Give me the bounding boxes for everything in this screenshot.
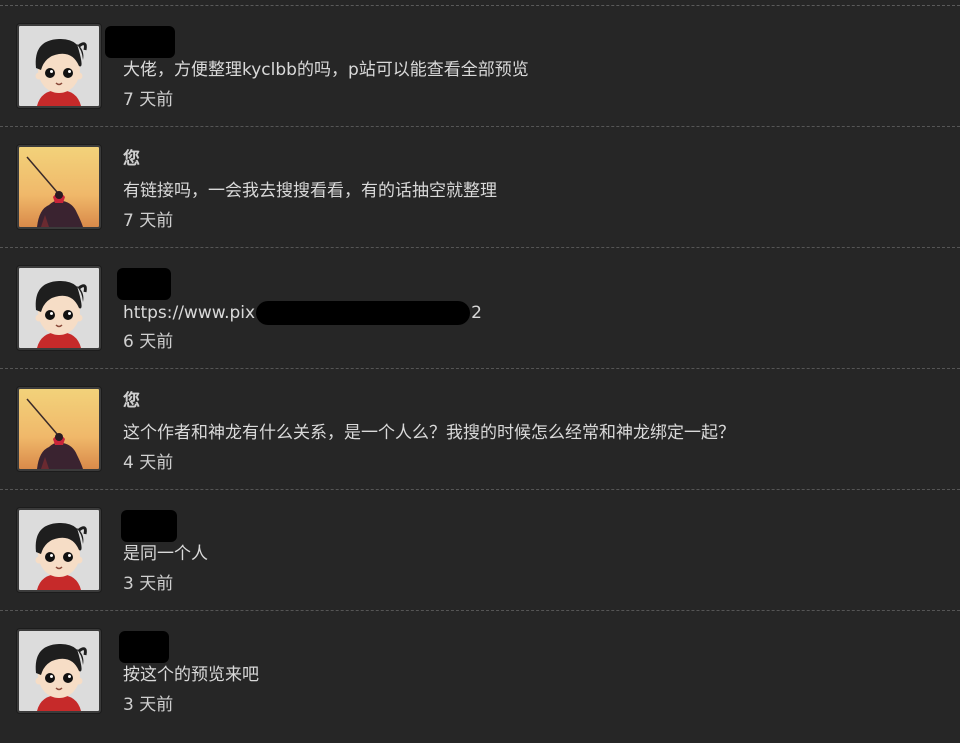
comment-author[interactable]: 您 (123, 390, 140, 412)
comment-item: 大佬，方便整理kyclbb的吗，p站可以能查看全部预览 7 天前 (0, 6, 960, 127)
cartoon-boy-avatar[interactable] (17, 24, 101, 108)
comment-time: 6 天前 (123, 332, 174, 352)
cartoon-boy-avatar-icon (19, 268, 99, 348)
comment-item: 您 有链接吗，一会我去搜搜看看，有的话抽空就整理 7 天前 (0, 127, 960, 248)
comment-thread: 大佬，方便整理kyclbb的吗，p站可以能查看全部预览 7 天前 您 有链接吗，… (0, 6, 960, 732)
samurai-sunset-avatar[interactable] (17, 387, 101, 471)
comment-item: 您 这个作者和神龙有什么关系，是一个人么？我搜的时候怎么经常和神龙绑定一起？ 4… (0, 369, 960, 490)
cartoon-boy-avatar[interactable] (17, 266, 101, 350)
comment-time: 7 天前 (123, 90, 174, 110)
cartoon-boy-avatar-icon (19, 26, 99, 106)
comment-time: 4 天前 (123, 453, 174, 473)
comment-item: 是同一个人 3 天前 (0, 490, 960, 611)
comment-time: 3 天前 (123, 574, 174, 594)
comment-message: 有链接吗，一会我去搜搜看看，有的话抽空就整理 (123, 181, 497, 201)
author-name-redacted (119, 631, 169, 663)
author-name-redacted (105, 26, 175, 58)
samurai-sunset-avatar[interactable] (17, 145, 101, 229)
comment-item: 按这个的预览来吧 3 天前 (0, 611, 960, 732)
cartoon-boy-avatar-icon (19, 510, 99, 590)
comment-item: https://www.pix 2 6 天前 (0, 248, 960, 369)
comment-author[interactable]: 您 (123, 148, 140, 170)
samurai-sunset-avatar-icon (19, 389, 99, 469)
link-prefix[interactable]: https://www.pix (123, 303, 255, 323)
author-name-redacted (121, 510, 177, 542)
author-name-redacted (117, 268, 171, 300)
cartoon-boy-avatar-icon (19, 631, 99, 711)
comment-message: 大佬，方便整理kyclbb的吗，p站可以能查看全部预览 (123, 60, 529, 80)
link-suffix[interactable]: 2 (471, 303, 482, 323)
comment-time: 7 天前 (123, 211, 174, 231)
link-redacted (256, 301, 471, 325)
comment-time: 3 天前 (123, 695, 174, 715)
cartoon-boy-avatar[interactable] (17, 508, 101, 592)
samurai-sunset-avatar-icon (19, 147, 99, 227)
comment-message[interactable]: https://www.pix 2 (123, 301, 482, 325)
comment-message: 按这个的预览来吧 (123, 665, 259, 685)
comment-message: 是同一个人 (123, 544, 208, 564)
comment-message: 这个作者和神龙有什么关系，是一个人么？我搜的时候怎么经常和神龙绑定一起？ (123, 423, 735, 443)
cartoon-boy-avatar[interactable] (17, 629, 101, 713)
